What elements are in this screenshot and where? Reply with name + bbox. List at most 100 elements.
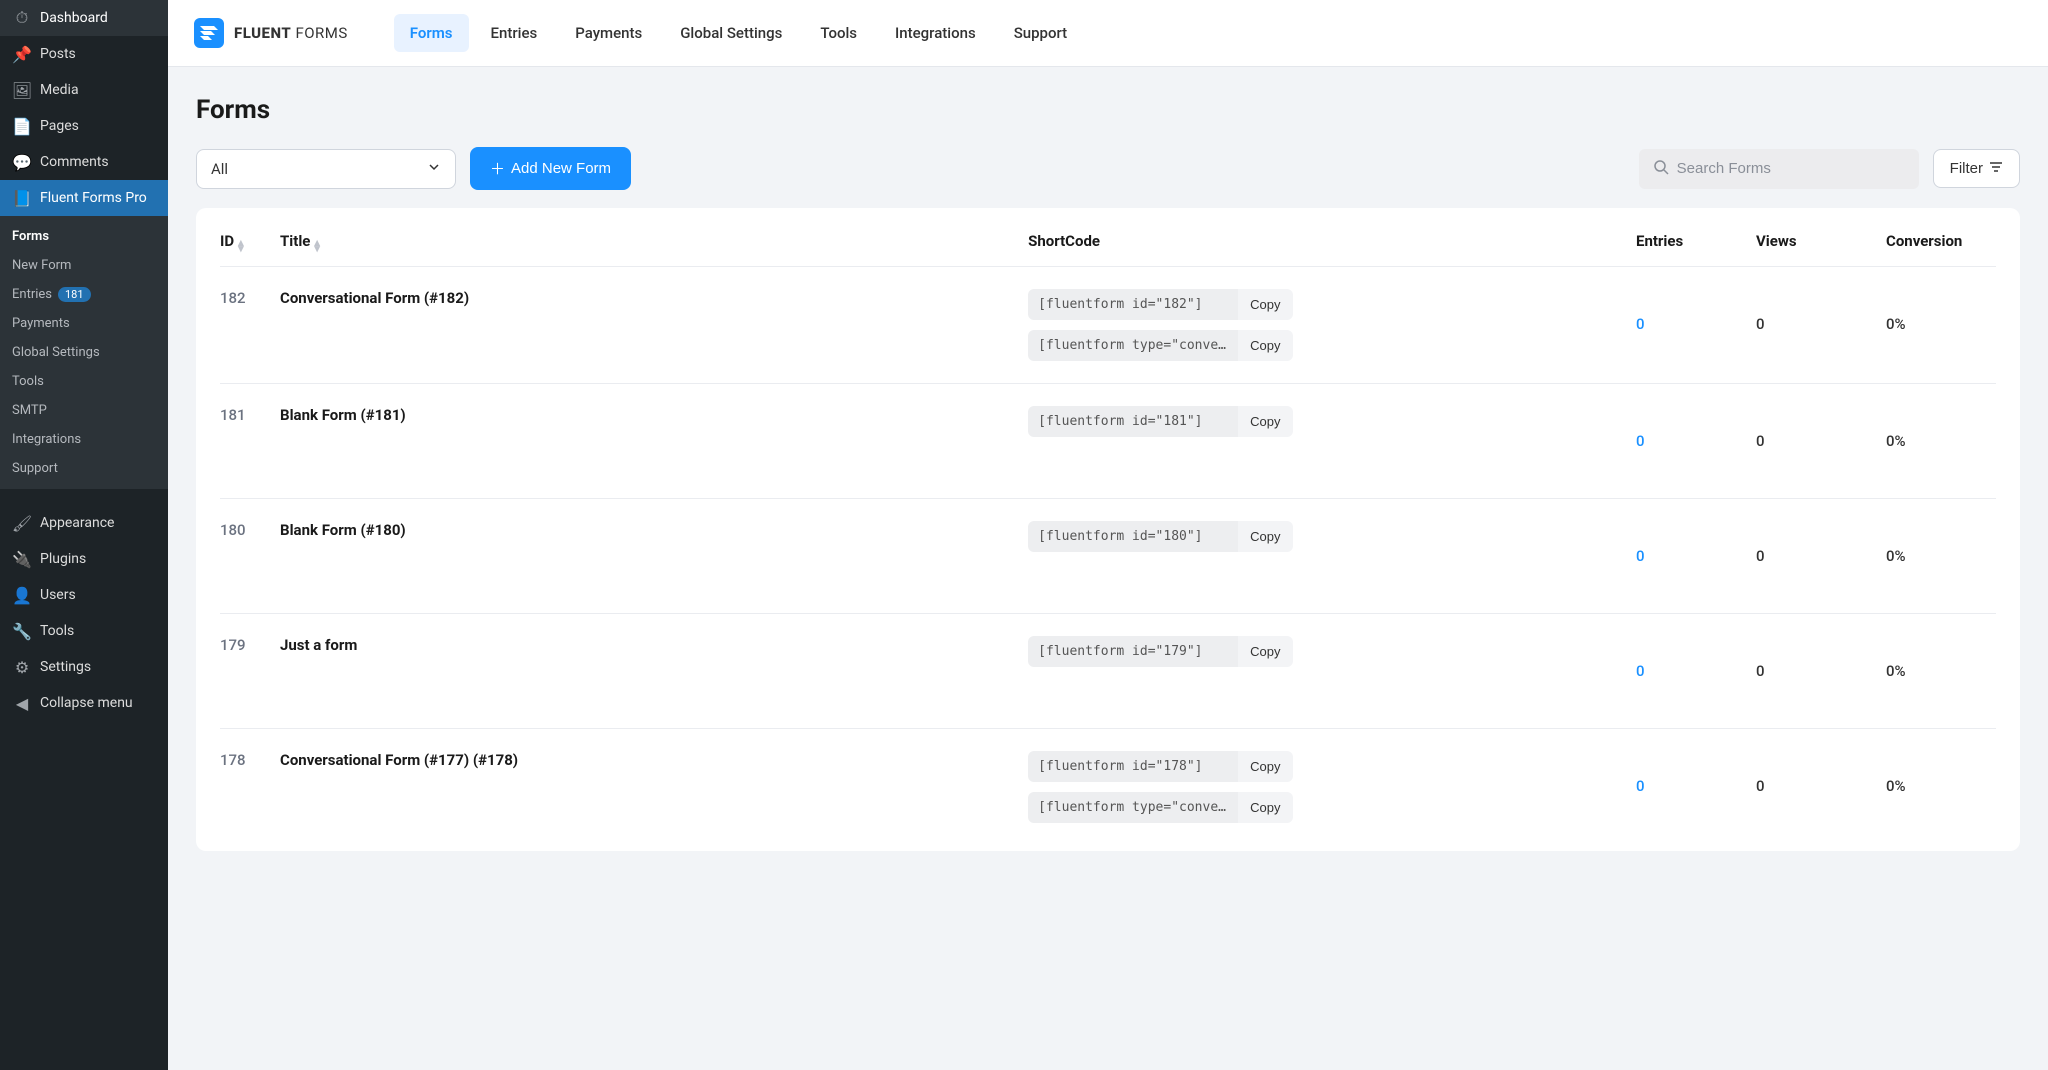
shortcode-text[interactable]: [fluentform type="conversa…: [1028, 330, 1238, 361]
cell-title[interactable]: Conversational Form (#177) (#178): [280, 751, 1028, 769]
sidebar-sub-support[interactable]: Support: [0, 454, 168, 483]
cell-id: 182: [220, 289, 280, 307]
cell-shortcode: [fluentform id="180"]Copy: [1028, 521, 1636, 552]
cell-entries: 0: [1636, 406, 1756, 476]
sidebar-item-label: Collapse menu: [40, 695, 133, 711]
tab-entries[interactable]: Entries: [475, 14, 554, 52]
sidebar-item-appearance[interactable]: 🖌Appearance: [0, 505, 168, 541]
wrench-icon: 🔧: [12, 621, 32, 641]
shortcode-text[interactable]: [fluentform id="179"]: [1028, 636, 1238, 667]
sidebar-item-dashboard[interactable]: ⏱ Dashboard: [0, 0, 168, 36]
cell-title[interactable]: Blank Form (#180): [280, 521, 1028, 539]
cell-views: 0: [1756, 406, 1886, 476]
sidebar-item-plugins[interactable]: 🔌Plugins: [0, 541, 168, 577]
cell-title[interactable]: Conversational Form (#182): [280, 289, 1028, 307]
cell-id: 180: [220, 521, 280, 539]
entries-link[interactable]: 0: [1636, 315, 1645, 333]
filter-select[interactable]: All: [196, 149, 456, 189]
entries-badge: 181: [58, 287, 91, 302]
cell-shortcode: [fluentform id="179"]Copy: [1028, 636, 1636, 667]
tab-tools[interactable]: Tools: [804, 14, 873, 52]
sidebar-item-tools[interactable]: 🔧Tools: [0, 613, 168, 649]
sidebar-item-label: Dashboard: [40, 10, 108, 26]
copy-button[interactable]: Copy: [1238, 521, 1292, 552]
copy-button[interactable]: Copy: [1238, 751, 1292, 782]
plug-icon: 🔌: [12, 549, 32, 569]
form-icon: 📘: [12, 188, 32, 208]
sidebar-item-label: Settings: [40, 659, 91, 675]
sidebar-sub-payments[interactable]: Payments: [0, 309, 168, 338]
cell-shortcode: [fluentform id="178"]Copy[fluentform typ…: [1028, 751, 1636, 823]
user-icon: 👤: [12, 585, 32, 605]
plugin-topbar: FLUENT FORMS Forms Entries Payments Glob…: [168, 0, 2048, 67]
sidebar-item-label: Fluent Forms Pro: [40, 190, 147, 206]
plugin-logo[interactable]: FLUENT FORMS: [194, 18, 348, 48]
cell-entries: 0: [1636, 751, 1756, 821]
cell-entries: 0: [1636, 636, 1756, 706]
header-title[interactable]: Title▴▾: [280, 232, 1028, 252]
dashboard-icon: ⏱: [12, 8, 32, 28]
tab-forms[interactable]: Forms: [394, 14, 469, 52]
tab-support[interactable]: Support: [998, 14, 1083, 52]
tab-globalsettings[interactable]: Global Settings: [664, 14, 798, 52]
main-area: FLUENT FORMS Forms Entries Payments Glob…: [168, 0, 2048, 879]
cell-views: 0: [1756, 751, 1886, 821]
entries-link[interactable]: 0: [1636, 777, 1645, 795]
sidebar-sub-smtp[interactable]: SMTP: [0, 396, 168, 425]
copy-button[interactable]: Copy: [1238, 406, 1292, 437]
sidebar-sub-entries[interactable]: Entries181: [0, 280, 168, 309]
tab-payments[interactable]: Payments: [559, 14, 658, 52]
entries-link[interactable]: 0: [1636, 432, 1645, 450]
sidebar-sub-forms[interactable]: Forms: [0, 222, 168, 251]
entries-link[interactable]: 0: [1636, 547, 1645, 565]
copy-button[interactable]: Copy: [1238, 289, 1292, 320]
add-new-form-button[interactable]: ＋ Add New Form: [470, 147, 631, 190]
sidebar-item-pages[interactable]: 📄Pages: [0, 108, 168, 144]
sidebar-sub-newform[interactable]: New Form: [0, 251, 168, 280]
settings-icon: ⚙: [12, 657, 32, 677]
logo-text: FLUENT FORMS: [234, 24, 348, 42]
sidebar-sub-integrations[interactable]: Integrations: [0, 425, 168, 454]
copy-button[interactable]: Copy: [1238, 330, 1292, 361]
shortcode-text[interactable]: [fluentform id="180"]: [1028, 521, 1238, 552]
filter-button[interactable]: Filter: [1933, 149, 2020, 188]
sidebar-item-users[interactable]: 👤Users: [0, 577, 168, 613]
sidebar-item-label: Pages: [40, 118, 79, 134]
cell-title[interactable]: Blank Form (#181): [280, 406, 1028, 424]
cell-shortcode: [fluentform id="181"]Copy: [1028, 406, 1636, 437]
cell-views: 0: [1756, 636, 1886, 706]
sidebar-item-collapse[interactable]: ◀ Collapse menu: [0, 685, 168, 721]
search-forms-box[interactable]: [1639, 149, 1919, 189]
sidebar-item-media[interactable]: 🖼Media: [0, 72, 168, 108]
shortcode-text[interactable]: [fluentform id="181"]: [1028, 406, 1238, 437]
pin-icon: 📌: [12, 44, 32, 64]
collapse-icon: ◀: [12, 693, 32, 713]
cell-id: 178: [220, 751, 280, 769]
cell-conversion: 0%: [1886, 521, 1996, 591]
search-input[interactable]: [1677, 160, 1905, 177]
cell-entries: 0: [1636, 289, 1756, 359]
copy-button[interactable]: Copy: [1238, 636, 1292, 667]
cell-id: 179: [220, 636, 280, 654]
entries-link[interactable]: 0: [1636, 662, 1645, 680]
cell-title[interactable]: Just a form: [280, 636, 1028, 654]
brush-icon: 🖌: [12, 513, 32, 533]
sidebar-item-settings[interactable]: ⚙ Settings: [0, 649, 168, 685]
sidebar-item-posts[interactable]: 📌Posts: [0, 36, 168, 72]
shortcode-text[interactable]: [fluentform id="182"]: [1028, 289, 1238, 320]
sidebar-sub-tools[interactable]: Tools: [0, 367, 168, 396]
table-row: 179Just a form[fluentform id="179"]Copy0…: [220, 614, 1996, 729]
cell-conversion: 0%: [1886, 289, 1996, 359]
sidebar-item-fluentforms[interactable]: 📘 Fluent Forms Pro: [0, 180, 168, 216]
sidebar-item-comments[interactable]: 💬Comments: [0, 144, 168, 180]
tab-integrations[interactable]: Integrations: [879, 14, 992, 52]
shortcode-text[interactable]: [fluentform id="178"]: [1028, 751, 1238, 782]
table-header: ID▴▾ Title▴▾ ShortCode Entries Views Con…: [220, 214, 1996, 267]
shortcode-text[interactable]: [fluentform type="conversa…: [1028, 792, 1238, 823]
comment-icon: 💬: [12, 152, 32, 172]
sidebar-sub-globalsettings[interactable]: Global Settings: [0, 338, 168, 367]
cell-conversion: 0%: [1886, 751, 1996, 821]
copy-button[interactable]: Copy: [1238, 792, 1292, 823]
cell-shortcode: [fluentform id="182"]Copy[fluentform typ…: [1028, 289, 1636, 361]
header-id[interactable]: ID▴▾: [220, 232, 280, 252]
